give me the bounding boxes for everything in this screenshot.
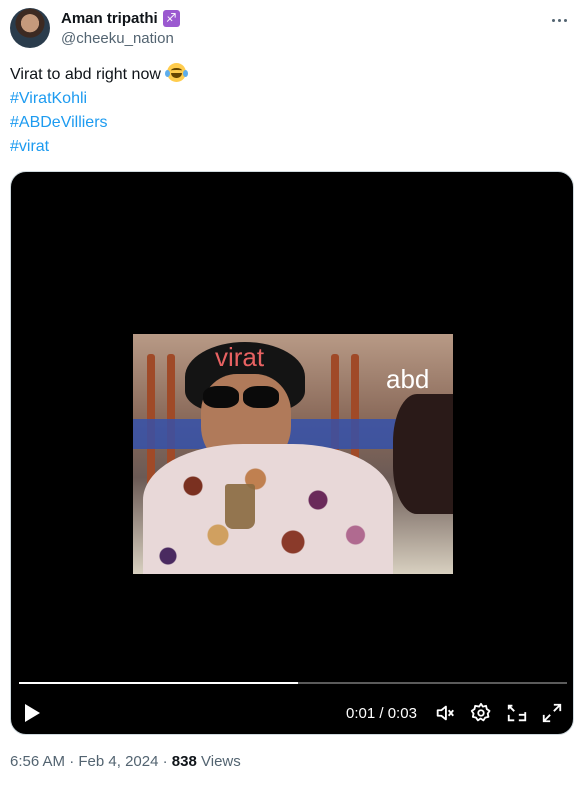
picture-in-picture-icon[interactable]	[506, 702, 528, 724]
video-controls: 0:01 / 0:03	[11, 696, 573, 732]
avatar[interactable]	[10, 8, 50, 48]
face-with-tears-of-joy-icon	[165, 63, 189, 82]
more-options-icon[interactable]	[549, 12, 569, 28]
sagittarius-badge-icon: ♐	[162, 10, 180, 27]
progress-bar[interactable]	[19, 682, 567, 684]
video-player[interactable]: virat abd 0:01 / 0:03	[10, 171, 574, 735]
overlay-label-virat: virat	[215, 342, 265, 372]
video-frame[interactable]: virat abd	[133, 334, 453, 574]
time-display: 0:01 / 0:03	[346, 705, 417, 722]
tweet-date[interactable]: Feb 4, 2024	[78, 753, 158, 770]
tweet-meta: 6:56 AM · Feb 4, 2024 · 838 Views	[10, 753, 241, 770]
hashtag-link[interactable]: #virat	[10, 135, 186, 159]
user-handle[interactable]: @cheeku_nation	[61, 30, 174, 47]
fullscreen-icon[interactable]	[541, 702, 563, 724]
play-icon[interactable]	[25, 704, 40, 722]
views-label: Views	[201, 753, 241, 770]
time-separator: /	[379, 705, 384, 722]
display-name[interactable]: Aman tripathi	[61, 10, 158, 27]
tweet-header: Aman tripathi ♐ @cheeku_nation	[10, 8, 573, 48]
settings-icon[interactable]	[470, 702, 492, 724]
tweet-text-line: Virat to abd right now	[10, 63, 189, 87]
duration: 0:03	[387, 705, 417, 722]
meta-dot: ·	[162, 753, 168, 770]
current-time: 0:01	[346, 705, 376, 722]
meta-dot: ·	[69, 753, 75, 770]
tweet-time[interactable]: 6:56 AM	[10, 753, 65, 770]
tweet-body: Virat to abd right now	[10, 66, 161, 83]
views-count: 838	[171, 753, 197, 770]
hashtag-link[interactable]: #ViratKohli	[10, 87, 186, 111]
hashtag-link[interactable]: #ABDeVilliers	[10, 111, 186, 135]
progress-fill	[19, 682, 299, 684]
mute-icon[interactable]	[434, 702, 456, 724]
name-row: Aman tripathi ♐	[61, 10, 180, 27]
overlay-label-abd: abd	[386, 364, 430, 394]
tweet-text: Virat to abd right now #ViratKohli #ABDe…	[10, 63, 189, 159]
